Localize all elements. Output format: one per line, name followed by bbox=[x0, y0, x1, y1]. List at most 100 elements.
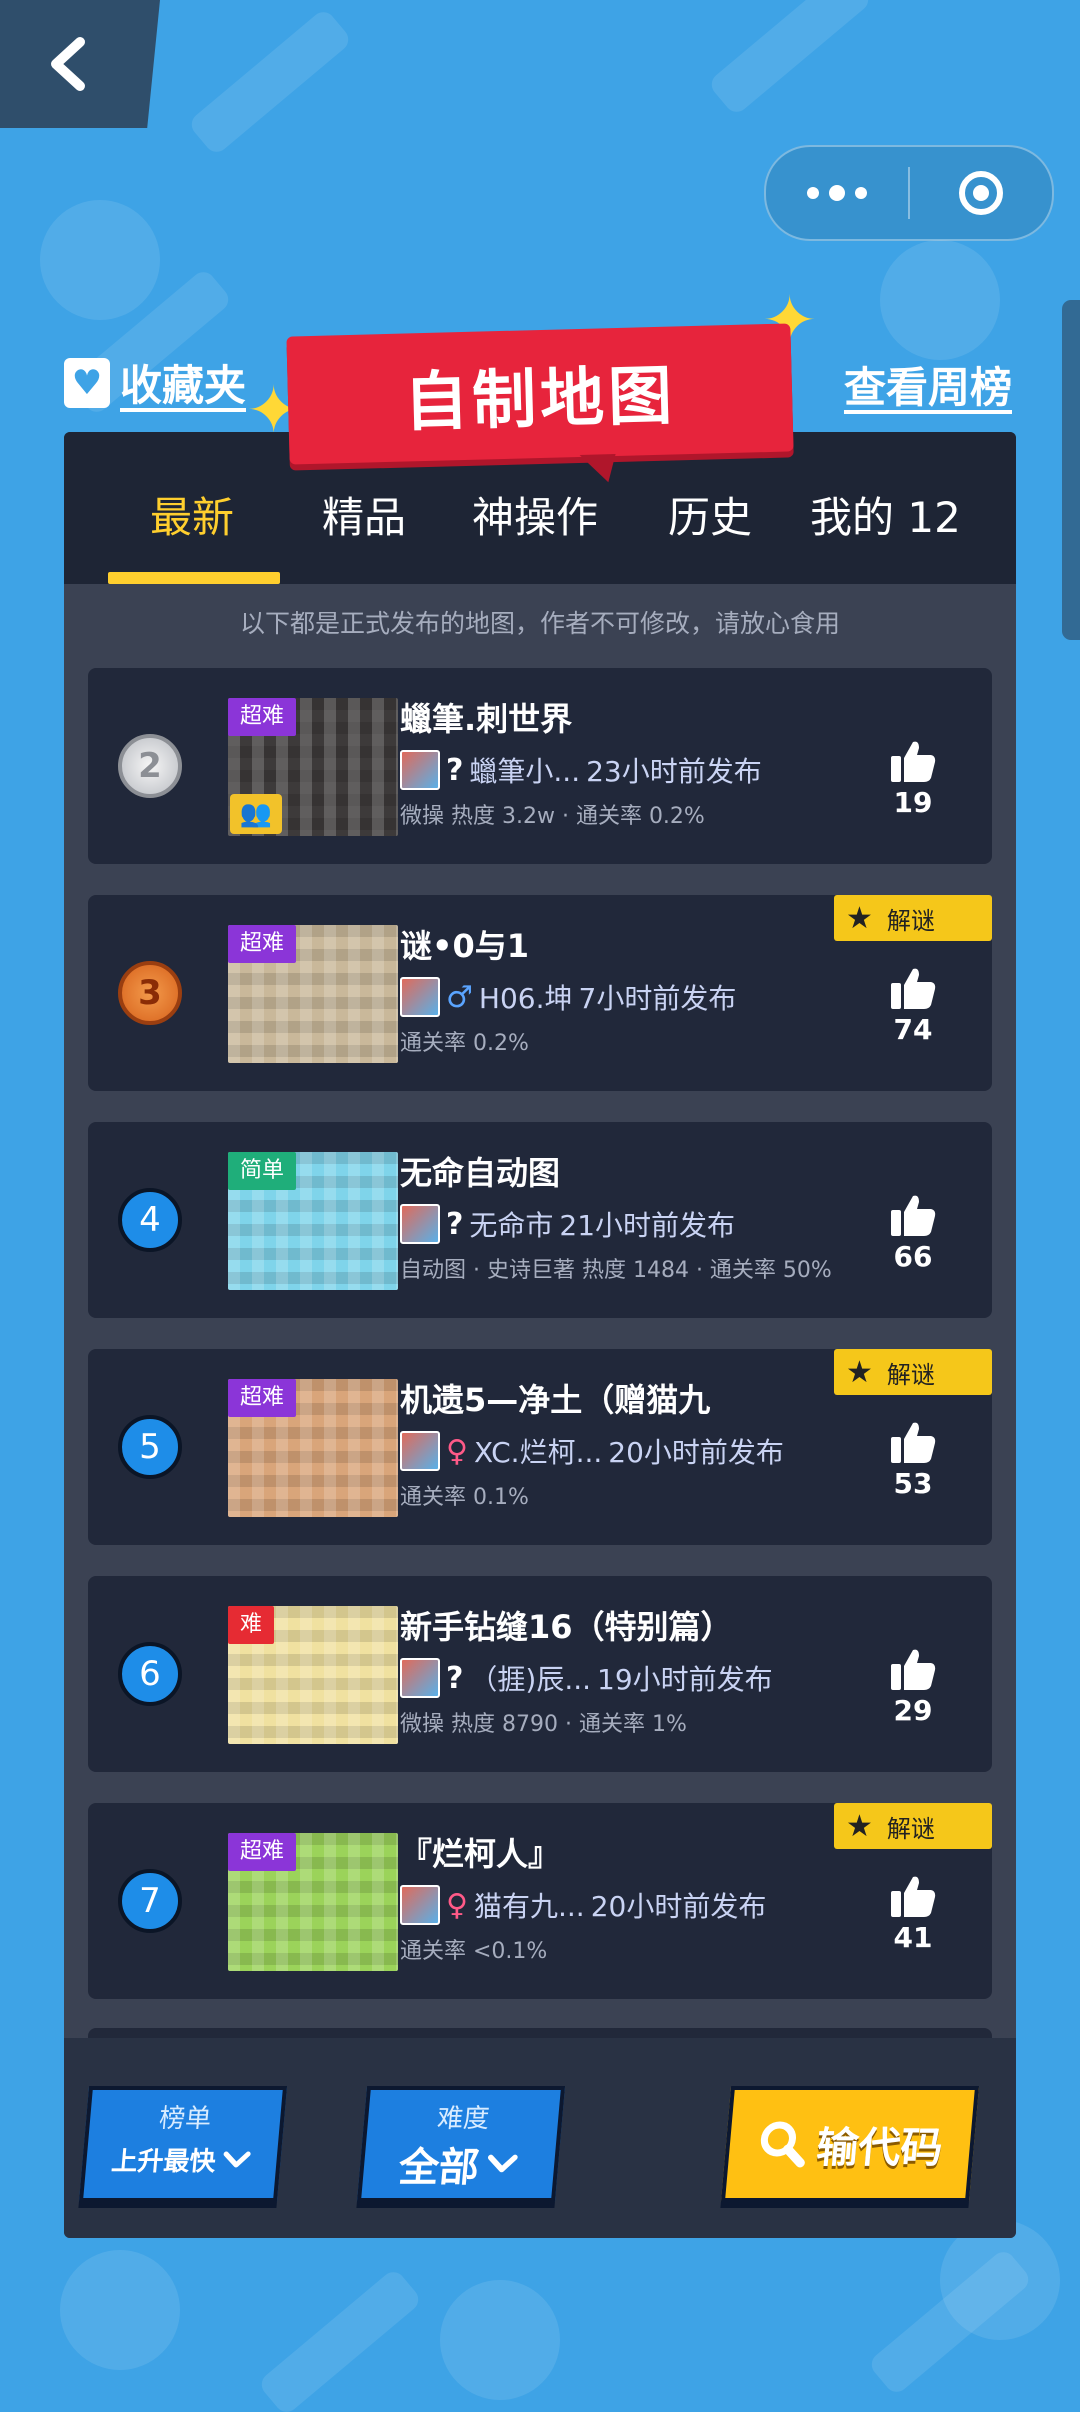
author-row: ? 无命市 21小时前发布 bbox=[400, 1204, 735, 1244]
page-title-banner: 自制地图 bbox=[286, 323, 794, 483]
list-item[interactable]: 2 超难 👥 蠟筆.刺世界? 蠟筆小... 23小时前发布 微操 热度 3.2w · 通关率… bbox=[88, 668, 992, 864]
puzzle-tag: ★ 解谜 bbox=[834, 1803, 992, 1849]
like-count: 19 bbox=[893, 786, 933, 819]
author-name: H06.坤 bbox=[478, 982, 573, 1015]
weekly-ranking-link[interactable]: 查看周榜 bbox=[844, 354, 1012, 415]
bottom-toolbar: 榜单 上升最快 难度 全部 输代码 bbox=[64, 2038, 1016, 2238]
enter-code-button[interactable]: 输代码 bbox=[720, 2086, 980, 2202]
ranking-sort-button[interactable]: 榜单 上升最快 bbox=[78, 2086, 288, 2202]
ranking-value: 上升最快 bbox=[110, 2147, 217, 2177]
difficulty-badge: 难 bbox=[228, 1606, 275, 1644]
rank-badge: 5 bbox=[118, 1415, 182, 1479]
map-stats: 微操 热度 8790 · 通关率 1% bbox=[400, 1712, 687, 1737]
enter-code-label: 输代码 bbox=[814, 2122, 945, 2172]
author-name: 蠟筆小... bbox=[469, 755, 581, 788]
more-dots-icon bbox=[807, 185, 867, 201]
publish-time: 21小时前发布 bbox=[559, 1209, 736, 1242]
gender-icon: ♂ bbox=[446, 979, 473, 1015]
co-op-players-icon: 👥 bbox=[230, 794, 282, 834]
avatar bbox=[400, 1658, 440, 1698]
like-count: 53 bbox=[893, 1467, 933, 1500]
tab-featured[interactable]: 精品 bbox=[322, 484, 406, 544]
map-title: 机遗5—净土（赠猫九 bbox=[400, 1381, 711, 1419]
like-button[interactable]: 53 bbox=[888, 1419, 938, 1500]
map-title: 『烂柯人』 bbox=[400, 1835, 561, 1873]
gender-icon: ? bbox=[446, 752, 464, 788]
favorites-link[interactable]: ♥ 收藏夹 bbox=[64, 352, 246, 413]
author-name: 无命市 bbox=[469, 1209, 554, 1242]
tab-god-operation[interactable]: 神操作 bbox=[472, 484, 598, 544]
chevron-down-icon bbox=[487, 2154, 518, 2173]
like-count: 74 bbox=[893, 1013, 933, 1046]
rank-badge: 6 bbox=[118, 1642, 182, 1706]
list-item[interactable]: 3 超难 谜•0与1 ♂ H06.坤 7小时前发布 通关率 0.2% 74 ★ 解谜 bbox=[88, 895, 992, 1091]
list-item[interactable]: 6 难 新手钻缝16（特别篇） ? （捱)辰... 19小时前发布微操 热度 8790 ·… bbox=[88, 1576, 992, 1772]
map-title: 蠟筆.刺世界 bbox=[400, 700, 573, 738]
heart-bookmark-icon: ♥ bbox=[64, 357, 110, 408]
favorites-label: 收藏夹 bbox=[120, 361, 247, 410]
difficulty-badge: 超难 bbox=[228, 698, 297, 736]
gender-icon: ? bbox=[446, 1206, 464, 1242]
hammer-icon bbox=[186, 7, 354, 157]
like-count: 41 bbox=[893, 1921, 933, 1954]
skull-icon bbox=[940, 2220, 1060, 2340]
puzzle-label: 解谜 bbox=[886, 1814, 935, 1843]
like-button[interactable]: 19 bbox=[888, 738, 938, 819]
map-stats: 通关率 <0.1% bbox=[400, 1939, 548, 1964]
skull-icon bbox=[60, 2250, 180, 2370]
like-button[interactable]: 74 bbox=[888, 965, 938, 1046]
puzzle-label: 解谜 bbox=[886, 1360, 935, 1389]
tab-history[interactable]: 历史 bbox=[668, 484, 752, 544]
gender-icon: ? bbox=[446, 1660, 464, 1696]
like-button[interactable]: 29 bbox=[888, 1646, 938, 1727]
difficulty-filter-button[interactable]: 难度 全部 bbox=[356, 2086, 566, 2202]
notice-text: 以下都是正式发布的地图，作者不可修改，请放心食用 bbox=[239, 609, 840, 638]
publish-time: 20小时前发布 bbox=[608, 1436, 784, 1469]
difficulty-label: 难度 bbox=[435, 2104, 491, 2134]
map-stats: 自动图 · 史诗巨著 热度 1484 · 通关率 50% bbox=[400, 1258, 832, 1283]
puzzle-tag: ★ 解谜 bbox=[834, 895, 992, 941]
difficulty-badge: 超难 bbox=[228, 1833, 297, 1871]
difficulty-badge: 超难 bbox=[228, 1379, 297, 1417]
tab-latest[interactable]: 最新 bbox=[150, 484, 234, 544]
chevron-left-icon bbox=[51, 37, 85, 91]
publish-time: 7小时前发布 bbox=[578, 982, 737, 1015]
avatar bbox=[400, 1204, 440, 1244]
rank-badge: 3 bbox=[118, 961, 182, 1025]
like-count: 66 bbox=[893, 1240, 933, 1273]
skull-icon bbox=[40, 200, 160, 320]
list-item[interactable]: 7 超难 『烂柯人』 ♀ 猫有九... 20小时前发布 通关率 <0.1% 41 ★ 解谜 bbox=[88, 1803, 992, 1999]
avatar bbox=[400, 977, 440, 1017]
avatar bbox=[400, 750, 440, 790]
close-miniprogram-button[interactable] bbox=[910, 147, 1052, 239]
publish-time: 20小时前发布 bbox=[590, 1890, 767, 1923]
list-item[interactable]: 5 超难 机遗5—净土（赠猫九 ♀ XC.烂柯... 20小时前发布 通关率 0.1% 53 ★… bbox=[88, 1349, 992, 1545]
target-icon bbox=[959, 171, 1003, 215]
publish-time: 19小时前发布 bbox=[597, 1663, 773, 1696]
tab-mine[interactable]: 我的 12 bbox=[810, 484, 961, 544]
page-title: 自制地图 bbox=[403, 359, 678, 441]
avatar bbox=[400, 1431, 440, 1471]
avatar bbox=[400, 1885, 440, 1925]
map-list-panel: 最新 精品 神操作 历史 我的 12 以下都是正式发布的地图，作者不可修改，请放… bbox=[64, 432, 1016, 2238]
chevron-down-icon bbox=[223, 2151, 251, 2167]
author-row: ♀ 猫有九... 20小时前发布 bbox=[400, 1885, 766, 1925]
side-handle[interactable] bbox=[1062, 300, 1080, 640]
more-button[interactable] bbox=[766, 147, 908, 239]
like-button[interactable]: 41 bbox=[888, 1873, 938, 1954]
list-item[interactable]: 4 简单 无命自动图? 无命市 21小时前发布 自动图 · 史诗巨著 热度 1484 · … bbox=[88, 1122, 992, 1318]
star-icon: ★ bbox=[846, 1354, 873, 1390]
hammer-icon bbox=[706, 0, 874, 117]
back-button[interactable] bbox=[0, 0, 160, 128]
star-icon: ★ bbox=[846, 900, 873, 936]
difficulty-badge: 简单 bbox=[228, 1152, 297, 1190]
puzzle-tag: ★ 解谜 bbox=[834, 1349, 992, 1395]
hammer-icon bbox=[866, 2247, 1034, 2397]
rank-badge: 2 bbox=[118, 734, 182, 798]
like-button[interactable]: 66 bbox=[888, 1192, 938, 1273]
author-row: ? （捱)辰... 19小时前发布 bbox=[400, 1658, 773, 1698]
author-name: 猫有九... bbox=[473, 1890, 585, 1923]
map-title: 新手钻缝16（特别篇） bbox=[400, 1608, 733, 1646]
gender-icon: ♀ bbox=[446, 1887, 468, 1923]
like-count: 29 bbox=[893, 1694, 933, 1727]
